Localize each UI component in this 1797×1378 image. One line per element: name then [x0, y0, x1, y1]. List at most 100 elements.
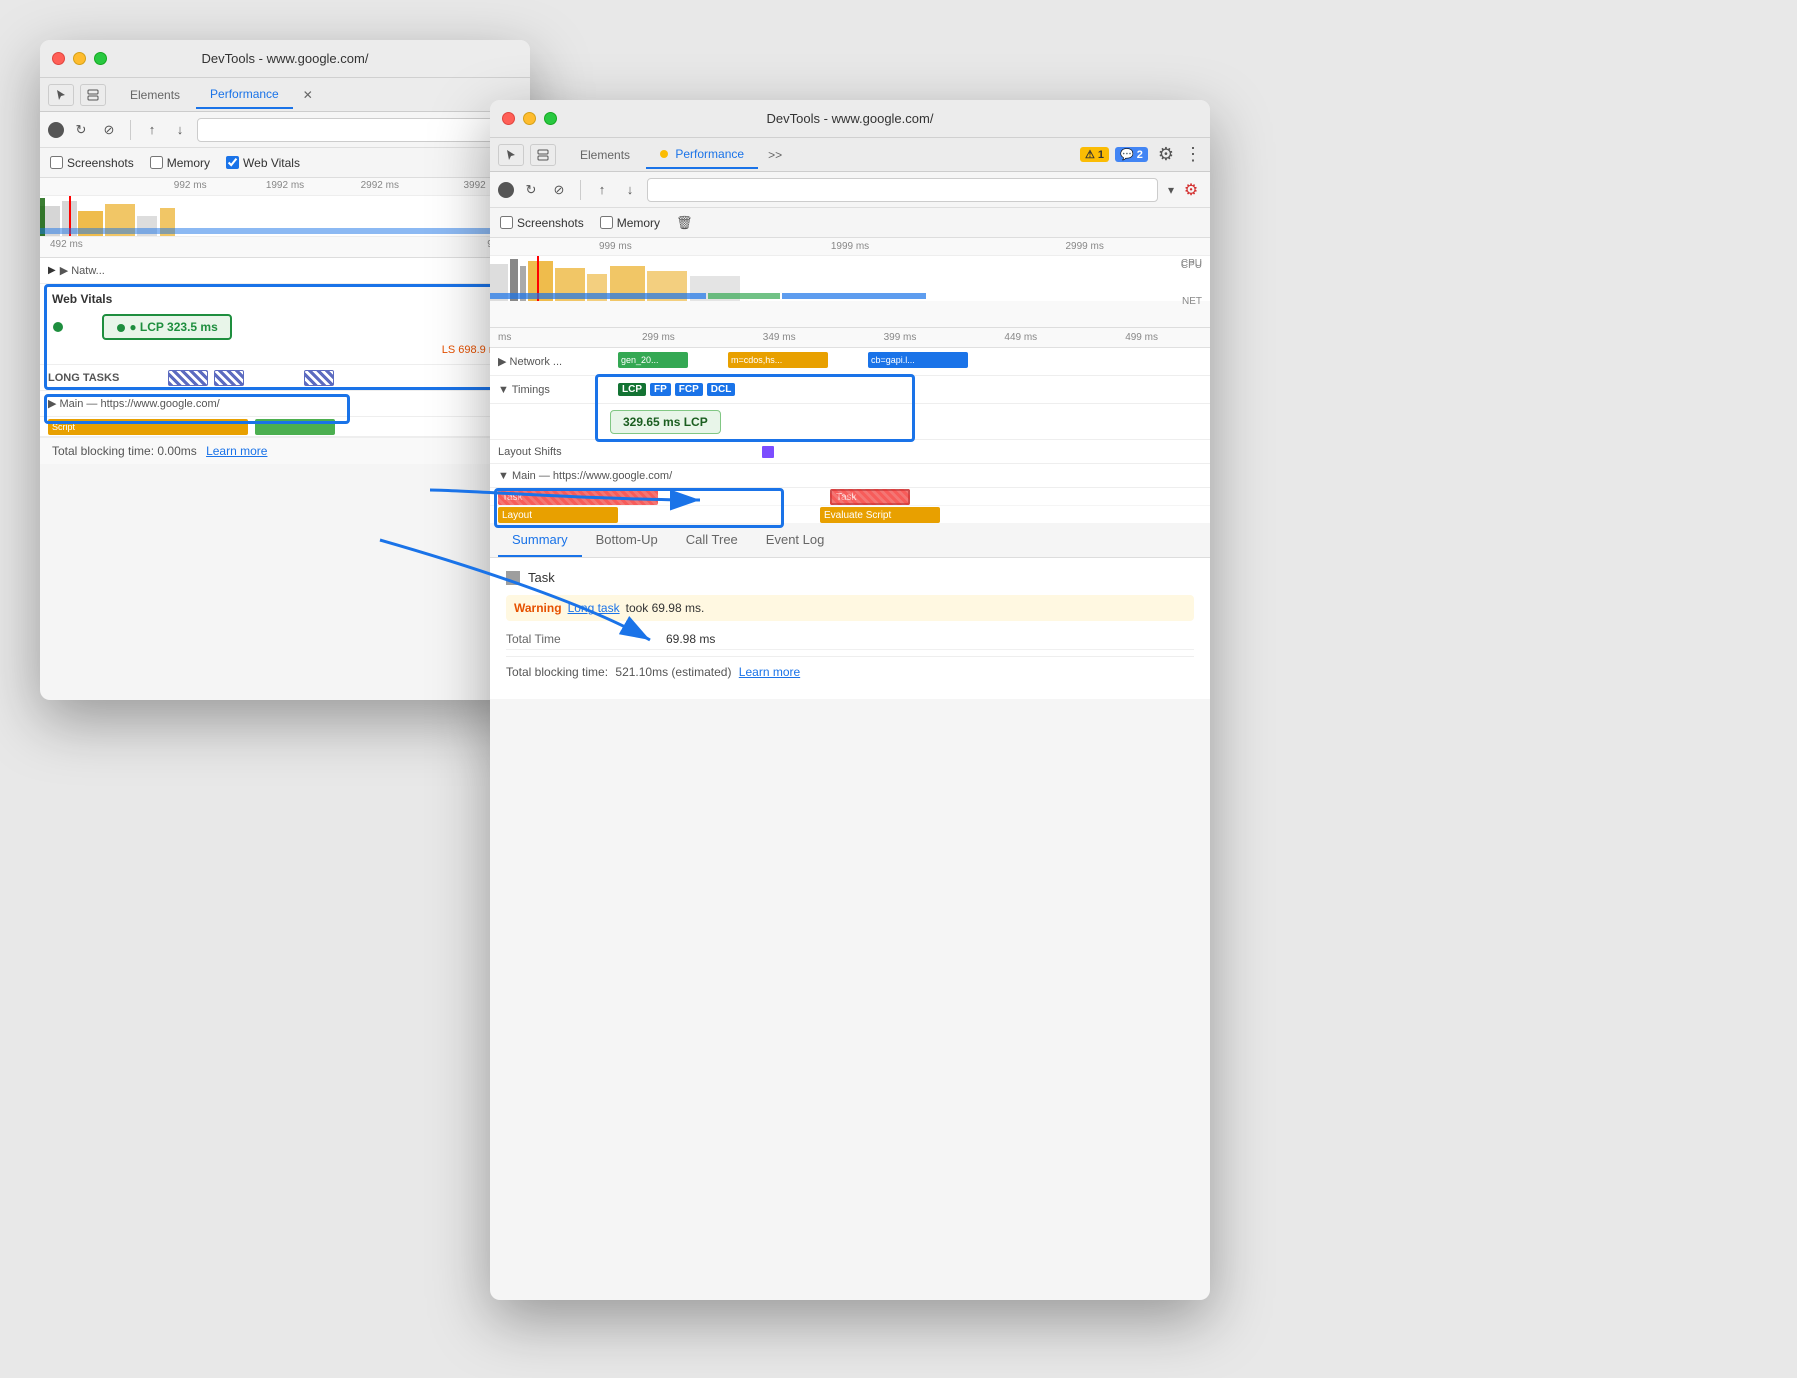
- url-input-1[interactable]: www.google.co: [197, 118, 522, 142]
- comment-badge: 💬 2: [1115, 147, 1148, 162]
- task-bar-right: Task: [830, 489, 910, 505]
- lcp-badge-2: LCP: [618, 383, 646, 396]
- timings-section-2: ▼ Timings LCP FP FCP DCL: [490, 376, 1210, 404]
- lcp-tooltip-2: 329.65 ms LCP: [610, 410, 721, 434]
- network-row-1: ▶ ▶ Natw...: [40, 258, 530, 284]
- tab-elements-1[interactable]: Elements: [116, 82, 194, 108]
- record-button-2[interactable]: [498, 182, 514, 198]
- options-row-2: Screenshots Memory 🗑: [490, 208, 1210, 238]
- layout-shift-marker: [762, 446, 774, 458]
- maximize-button-2[interactable]: [544, 112, 557, 125]
- lcp-badge-1: ● LCP 323.5 ms: [102, 314, 232, 340]
- flame-row-evaluate: Layout Evaluate Script: [490, 506, 1210, 524]
- minimize-button-1[interactable]: [73, 52, 86, 65]
- network-expand-2[interactable]: ▶ Network ...: [498, 355, 608, 368]
- summary-panel-2: Task Warning Long task took 69.98 ms. To…: [490, 558, 1210, 699]
- minimize-button-2[interactable]: [523, 112, 536, 125]
- cancel-button-2[interactable]: ⊘: [548, 179, 570, 201]
- tab-summary-2[interactable]: Summary: [498, 524, 582, 557]
- total-time-row: Total Time 69.98 ms: [506, 629, 1194, 650]
- screenshots-checkbox-1[interactable]: Screenshots: [50, 156, 134, 170]
- evaluate-bar: Evaluate Script: [820, 507, 940, 523]
- task-color-box: [506, 571, 520, 585]
- close-tab-1[interactable]: ✕: [295, 82, 321, 108]
- panel-icon[interactable]: [80, 84, 106, 106]
- more-icon-2[interactable]: ⋮: [1184, 144, 1202, 165]
- total-blocking-row-2: Total blocking time: 521.10ms (estimated…: [506, 656, 1194, 687]
- timings-section-container: ▼ Timings LCP FP FCP DCL 329.65 ms LCP: [490, 376, 1210, 440]
- close-button-2[interactable]: [502, 112, 515, 125]
- long-tasks-row-1: LONG TASKS: [40, 365, 530, 391]
- url-input-2[interactable]: www.google.com #1: [647, 178, 1158, 202]
- dcl-badge: DCL: [707, 383, 736, 396]
- window-2: DevTools - www.google.com/ Elements Perf…: [490, 100, 1210, 1300]
- network-section-2: ▶ Network ... gen_20... m=cdos,hs... cb=…: [490, 348, 1210, 376]
- upload-button-2[interactable]: ↑: [591, 179, 613, 201]
- titlebar-1: DevTools - www.google.com/: [40, 40, 530, 78]
- toolbar-1: ↻ ⊘ ↑ ↓ www.google.co: [40, 112, 530, 148]
- flame-chart-1: Script: [40, 417, 530, 437]
- record-button-1[interactable]: [48, 122, 64, 138]
- close-button-1[interactable]: [52, 52, 65, 65]
- warning-link-2[interactable]: Long task: [568, 601, 620, 615]
- tab-elements-2[interactable]: Elements: [566, 142, 644, 168]
- memory-checkbox-1[interactable]: Memory: [150, 156, 210, 170]
- network-item-1: m=cdos,hs...: [728, 352, 828, 368]
- task-bar-red: Task: [498, 489, 658, 505]
- web-vitals-section-1: ▶ ▶ Natw... Web Vitals ● LCP 323.5 ms LS…: [40, 258, 530, 464]
- settings-icon-2[interactable]: ⚙: [1158, 144, 1174, 165]
- window-title-1: DevTools - www.google.com/: [202, 51, 369, 66]
- learn-more-link-2[interactable]: Learn more: [739, 665, 800, 679]
- long-task-bar-1: [168, 370, 208, 386]
- long-task-bar-3: [304, 370, 334, 386]
- task-header-2: Task: [506, 570, 1194, 585]
- options-row-1: Screenshots Memory Web Vitals: [40, 148, 530, 178]
- main-section-container: ▼ Main — https://www.google.com/ Task Ta…: [490, 464, 1210, 524]
- lcp-row-1: ● LCP 323.5 ms: [52, 314, 518, 340]
- network-item-0: gen_20...: [618, 352, 688, 368]
- main-expand-2[interactable]: ▼ Main — https://www.google.com/: [498, 470, 672, 482]
- timeline-overview-1: 992 ms 1992 ms 2992 ms 3992 492 ms: [40, 178, 530, 258]
- toolbar-2: ↻ ⊘ ↑ ↓ www.google.com #1 ▾ ⚙: [490, 172, 1210, 208]
- main-section-2: ▼ Main — https://www.google.com/: [490, 464, 1210, 488]
- cursor-icon-2[interactable]: [498, 144, 524, 166]
- webvitals-checkbox-1[interactable]: Web Vitals: [226, 156, 300, 170]
- upload-button-1[interactable]: ↑: [141, 119, 163, 141]
- flame-row-task: Task Task: [490, 488, 1210, 506]
- tab-performance-1[interactable]: Performance: [196, 81, 293, 109]
- panel-icon-2[interactable]: [530, 144, 556, 166]
- memory-checkbox-2[interactable]: Memory: [600, 216, 660, 230]
- cpu-chart-1: [40, 196, 530, 236]
- tab-performance-2[interactable]: Performance: [646, 141, 758, 169]
- trash-icon[interactable]: 🗑: [676, 215, 693, 231]
- traffic-lights-2: [502, 112, 557, 125]
- tab-bar-2: Elements Performance >> ⚠ 1 💬 2 ⚙ ⋮: [490, 138, 1210, 172]
- screenshots-checkbox-2[interactable]: Screenshots: [500, 216, 584, 230]
- download-button-2[interactable]: ↓: [619, 179, 641, 201]
- tab-more-2[interactable]: >>: [760, 144, 790, 166]
- cursor-icon[interactable]: [48, 84, 74, 106]
- cancel-button-1[interactable]: ⊘: [98, 119, 120, 141]
- timings-expand-2[interactable]: ▼ Timings: [498, 384, 608, 396]
- maximize-button-1[interactable]: [94, 52, 107, 65]
- detail-ruler-2: ms 299 ms 349 ms 399 ms 449 ms 499 ms: [490, 328, 1210, 348]
- timeline-overview-2: 999 ms 1999 ms 2999 ms CPU: [490, 238, 1210, 328]
- lcp-tooltip-row: 329.65 ms LCP: [490, 404, 1210, 440]
- settings-red-icon[interactable]: ⚙: [1180, 179, 1202, 201]
- tab-bottom-up-2[interactable]: Bottom-Up: [582, 524, 672, 557]
- download-button-1[interactable]: ↓: [169, 119, 191, 141]
- main-row-1: ▶ Main — https://www.google.com/: [40, 391, 530, 417]
- reload-button-2[interactable]: ↻: [520, 179, 542, 201]
- window-title-2: DevTools - www.google.com/: [767, 111, 934, 126]
- warning-badge: ⚠ 1: [1080, 147, 1109, 162]
- titlebar-2: DevTools - www.google.com/: [490, 100, 1210, 138]
- layout-bar: Layout: [498, 507, 618, 523]
- reload-button-1[interactable]: ↻: [70, 119, 92, 141]
- network-item-2: cb=gapi.l...: [868, 352, 968, 368]
- tab-event-log-2[interactable]: Event Log: [752, 524, 839, 557]
- warning-row-2: Warning Long task took 69.98 ms.: [506, 595, 1194, 621]
- tab-call-tree-2[interactable]: Call Tree: [672, 524, 752, 557]
- layout-shifts-row: Layout Shifts: [490, 440, 1210, 464]
- fp-badge: FP: [650, 383, 671, 396]
- learn-more-link-1[interactable]: Learn more: [206, 444, 267, 458]
